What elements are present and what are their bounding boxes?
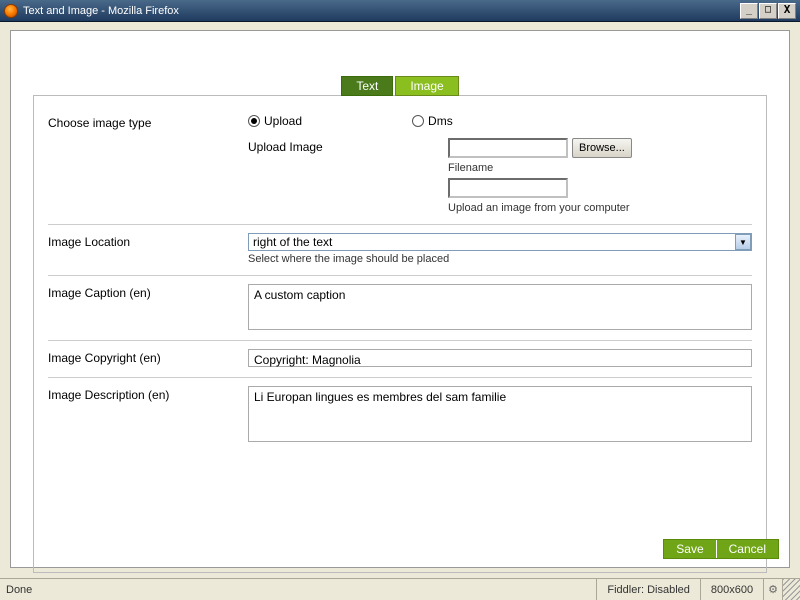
select-value: right of the text xyxy=(248,233,752,251)
radio-dms-label: Dms xyxy=(428,114,453,128)
radio-group-image-type: Upload Dms xyxy=(248,114,752,128)
divider xyxy=(48,275,752,276)
minimize-button[interactable]: _ xyxy=(740,3,758,19)
maximize-button[interactable]: □ xyxy=(759,3,777,19)
status-extension-icon[interactable]: ⚙ xyxy=(763,579,782,600)
label-filename: Filename xyxy=(448,162,632,174)
status-text: Done xyxy=(0,584,596,596)
select-image-location[interactable]: right of the text ▼ xyxy=(248,233,752,251)
divider xyxy=(48,377,752,378)
radio-upload-label: Upload xyxy=(264,114,302,128)
content-area: Text Image Choose image type Upload Dms xyxy=(10,30,790,568)
row-image-type: Choose image type Upload Dms Upload Imag… xyxy=(48,114,752,214)
divider xyxy=(48,340,752,341)
copyright-input[interactable]: Copyright: Magnolia xyxy=(248,349,752,367)
action-bar: Save Cancel xyxy=(663,539,779,559)
browse-button[interactable]: Browse... xyxy=(572,138,632,158)
label-image-type: Choose image type xyxy=(48,114,248,130)
location-hint: Select where the image should be placed xyxy=(248,253,752,265)
label-image-caption: Image Caption (en) xyxy=(48,284,248,300)
upload-hint: Upload an image from your computer xyxy=(448,202,632,214)
divider xyxy=(48,224,752,225)
row-image-location: Image Location right of the text ▼ Selec… xyxy=(48,233,752,265)
bug-icon: ⚙ xyxy=(768,583,778,596)
window-controls: _ □ X xyxy=(739,3,796,19)
window-title: Text and Image - Mozilla Firefox xyxy=(23,5,739,17)
label-image-copyright: Image Copyright (en) xyxy=(48,349,248,365)
upload-block: Upload Image Browse... Filename Upload a… xyxy=(248,138,752,214)
save-button[interactable]: Save xyxy=(664,540,715,558)
radio-dot-icon xyxy=(248,115,260,127)
tab-text[interactable]: Text xyxy=(341,76,393,96)
row-image-copyright: Image Copyright (en) Copyright: Magnolia xyxy=(48,349,752,367)
status-bar: Done Fiddler: Disabled 800x600 ⚙ xyxy=(0,578,800,600)
label-image-location: Image Location xyxy=(48,233,248,249)
tab-image[interactable]: Image xyxy=(395,76,458,96)
tab-strip: Text Image xyxy=(11,75,789,95)
form-panel: Choose image type Upload Dms Upload Imag… xyxy=(33,95,767,573)
close-button[interactable]: X xyxy=(778,3,796,19)
label-image-description: Image Description (en) xyxy=(48,386,248,402)
row-image-description: Image Description (en) Li Europan lingue… xyxy=(48,386,752,442)
radio-upload[interactable]: Upload xyxy=(248,114,302,128)
firefox-icon xyxy=(4,4,18,18)
window-titlebar: Text and Image - Mozilla Firefox _ □ X xyxy=(0,0,800,22)
file-path-input[interactable] xyxy=(448,138,568,158)
cancel-button[interactable]: Cancel xyxy=(716,540,778,558)
caption-input[interactable]: A custom caption xyxy=(248,284,752,330)
radio-dot-icon xyxy=(412,115,424,127)
row-image-caption: Image Caption (en) A custom caption xyxy=(48,284,752,330)
label-upload-image: Upload Image xyxy=(248,138,448,214)
radio-dms[interactable]: Dms xyxy=(412,114,453,128)
status-dimensions[interactable]: 800x600 xyxy=(700,579,763,600)
filename-input[interactable] xyxy=(448,178,568,198)
status-fiddler[interactable]: Fiddler: Disabled xyxy=(596,579,700,600)
resize-grip[interactable] xyxy=(782,579,800,600)
chevron-down-icon: ▼ xyxy=(735,234,751,250)
description-input[interactable]: Li Europan lingues es membres del sam fa… xyxy=(248,386,752,442)
